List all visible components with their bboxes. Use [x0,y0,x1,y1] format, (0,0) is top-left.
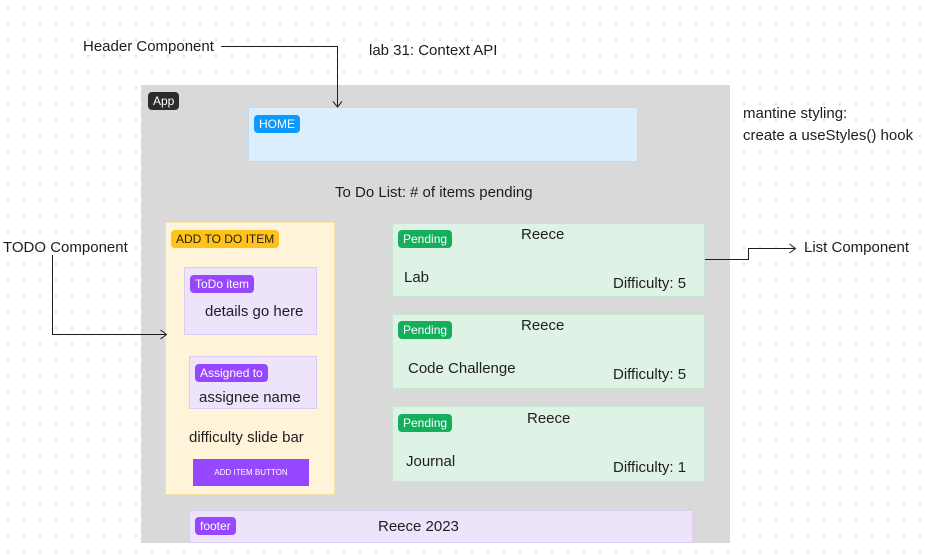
todo-connector [52,255,166,335]
list-connector [705,248,795,260]
connector-arrows [52,46,797,340]
header-connector [221,46,338,106]
